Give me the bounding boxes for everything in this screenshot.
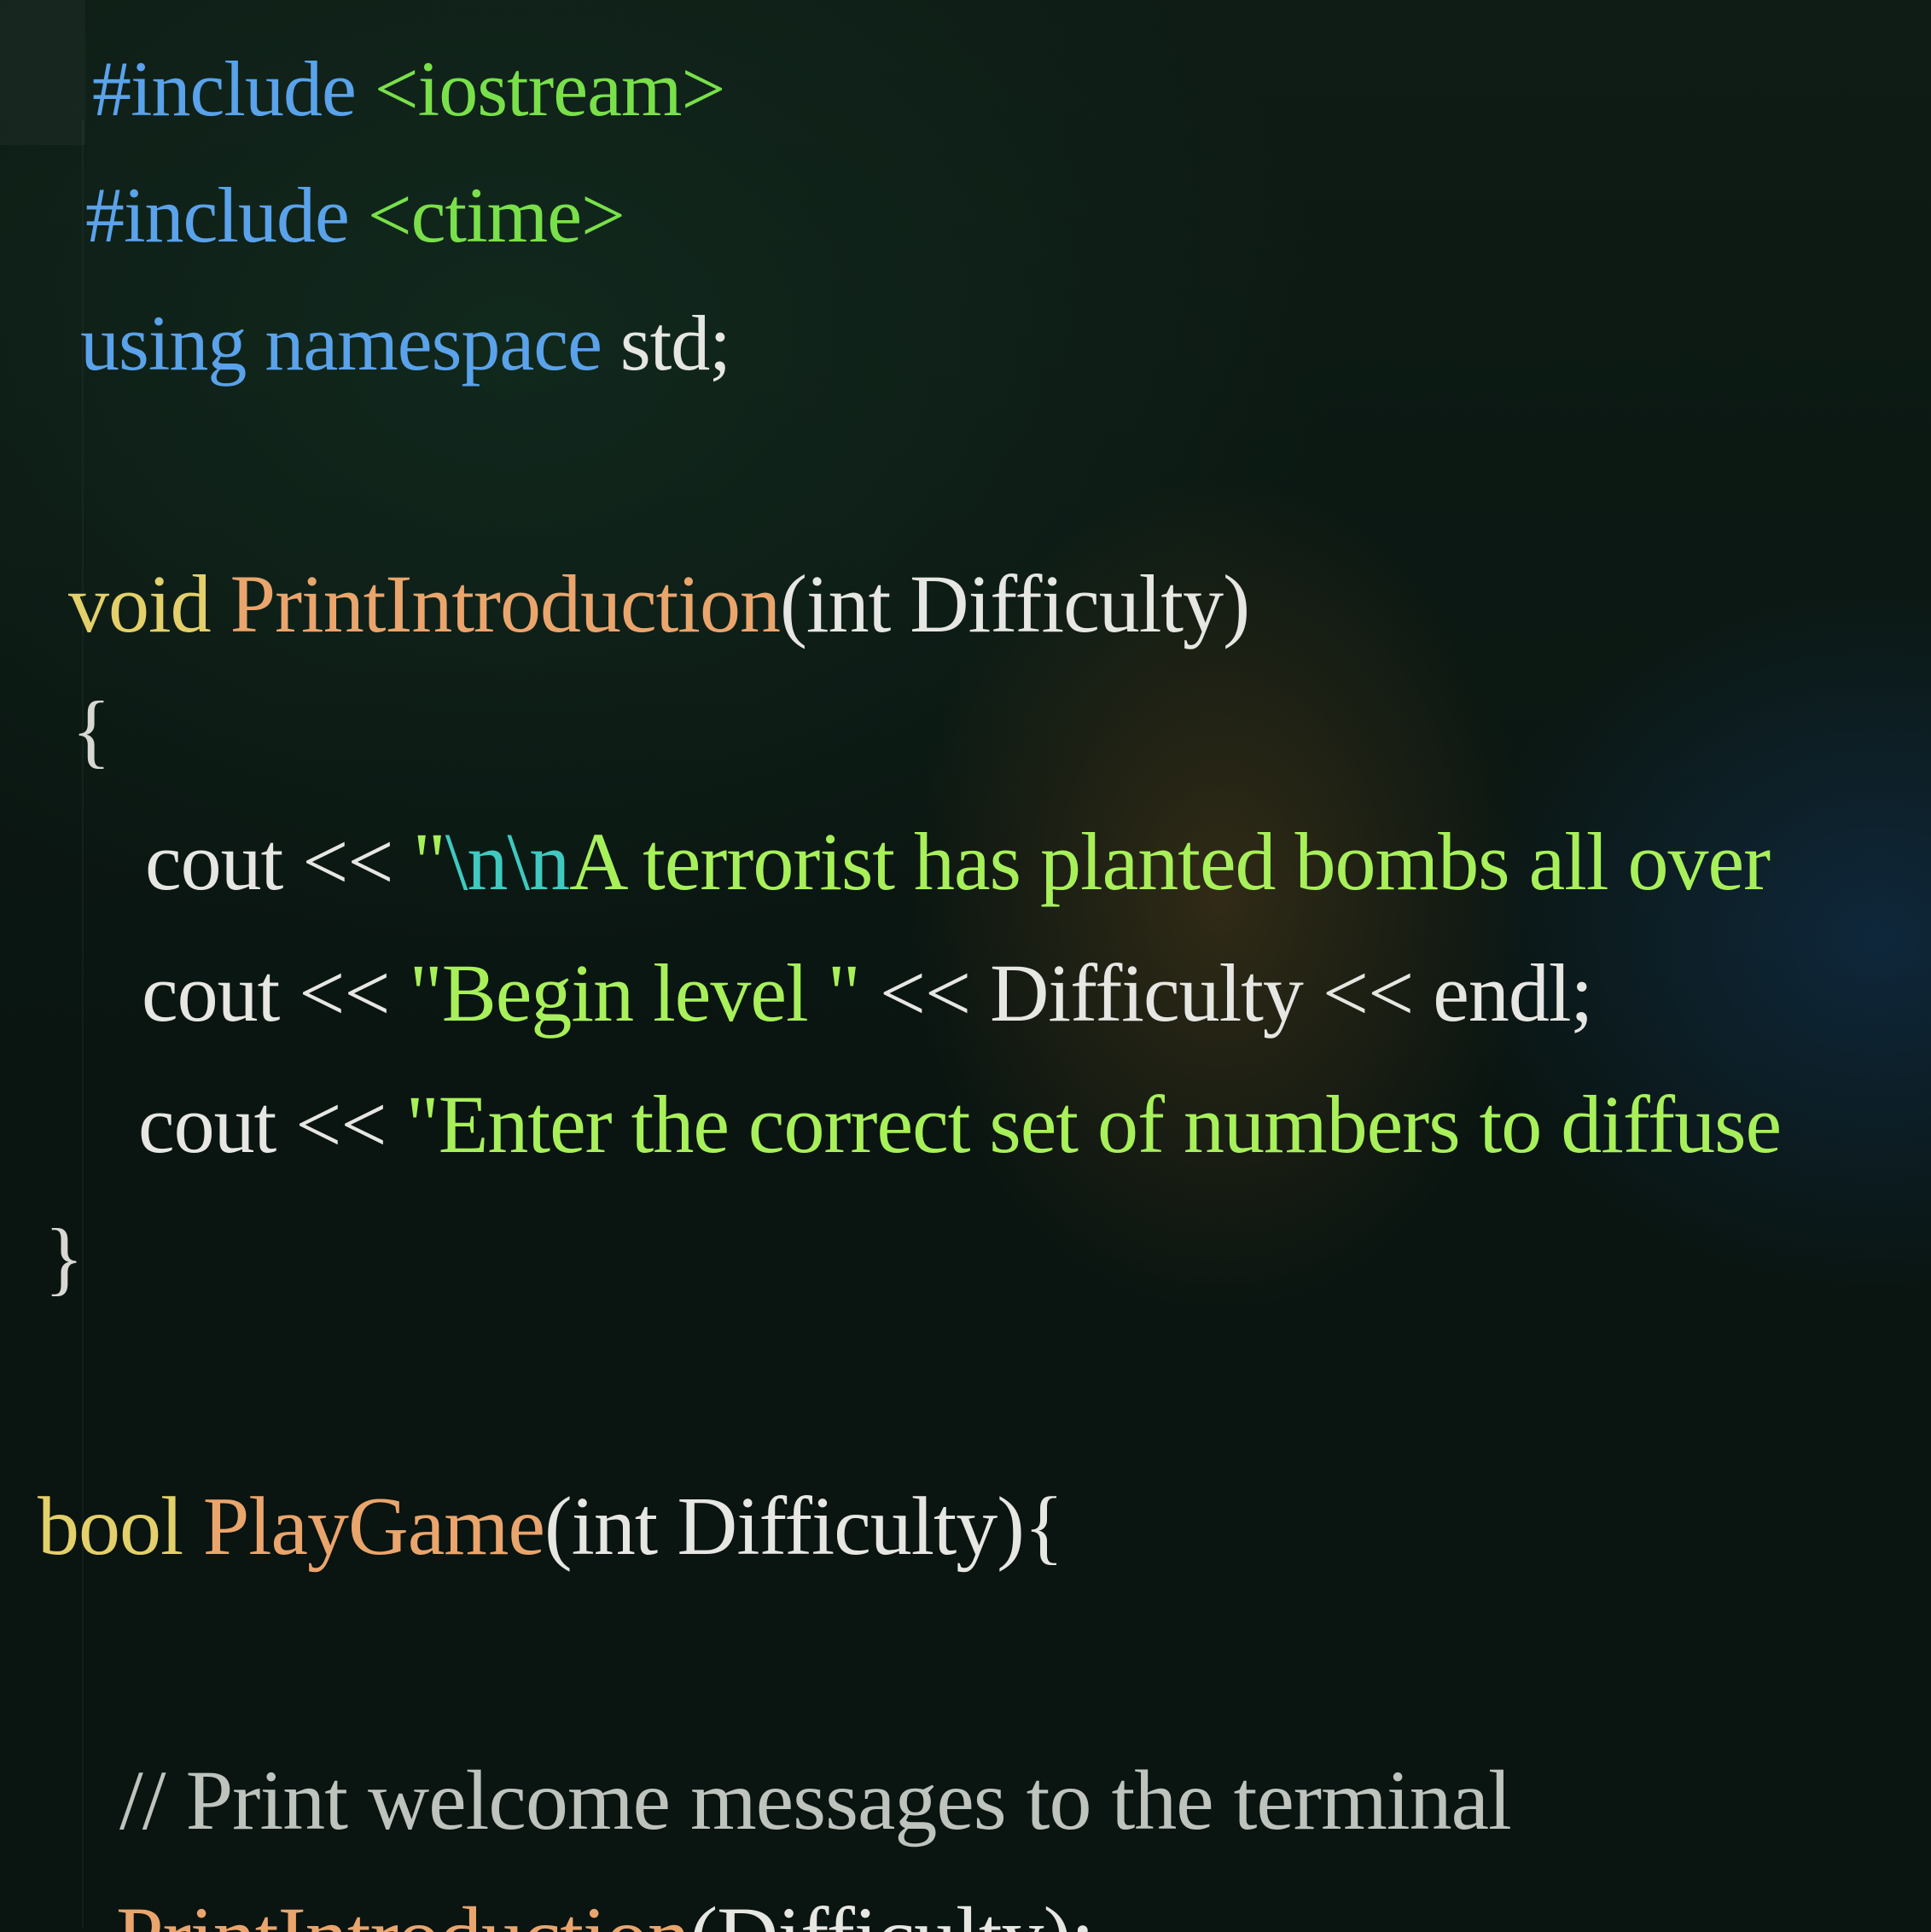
code-token-fn-orange: PlayGame xyxy=(202,1481,545,1573)
code-line-include-iostream[interactable]: #include <iostream> xyxy=(92,49,725,128)
code-token-comment: // Print welcome messages to the termina… xyxy=(119,1753,1512,1848)
code-token-str-green: "Begin level " xyxy=(409,947,861,1039)
code-token-str-green: A terrorist has planted bombs all over xyxy=(569,816,1771,907)
code-editor[interactable]: #include <iostream> #include <ctime> usi… xyxy=(0,0,1931,1932)
code-line-cout-intro[interactable]: cout << "\n\nA terrorist has planted bom… xyxy=(145,821,1771,903)
code-token-inc-green: <iostream> xyxy=(374,45,726,132)
code-token-plain: (int Difficulty) xyxy=(779,558,1250,649)
code-line-close-brace[interactable]: } xyxy=(44,1217,84,1299)
code-line-call-intro[interactable]: PrintIntroduction(Difficulty); xyxy=(116,1894,1095,1932)
code-token-fn-orange: PrintIntroduction xyxy=(116,1889,690,1932)
indent-guide xyxy=(82,119,84,1929)
code-line-cout-level[interactable]: cout << "Begin level " << Difficulty << … xyxy=(142,952,1593,1034)
code-token-plain: cout << xyxy=(138,1079,406,1170)
code-token-str-green: " xyxy=(412,816,446,907)
code-token-kw-yellow: void xyxy=(68,558,230,649)
code-token-plain: << Difficulty << endl; xyxy=(859,947,1593,1039)
code-token-fn-orange: PrintIntroduction xyxy=(230,558,781,649)
code-token-kw-blue: #include xyxy=(85,172,368,259)
code-token-plain: (int Difficulty){ xyxy=(544,1481,1064,1573)
code-token-kw-blue: using namespace xyxy=(80,300,620,387)
code-line-open-brace[interactable]: { xyxy=(72,690,111,771)
code-token-brace: } xyxy=(44,1212,84,1303)
code-token-plain: (Difficulty); xyxy=(689,1889,1095,1932)
code-line-function-signature[interactable]: void PrintIntroduction(int Difficulty) xyxy=(68,563,1250,645)
code-token-plain: std; xyxy=(619,300,731,387)
code-line-using-namespace[interactable]: using namespace std; xyxy=(80,304,731,382)
code-token-kw-blue: #include xyxy=(92,45,375,132)
code-token-kw-yellow: bool xyxy=(38,1481,203,1573)
code-token-plain: cout << xyxy=(142,947,410,1039)
code-token-plain: cout << xyxy=(145,816,413,907)
line-highlight xyxy=(0,0,85,145)
code-line-cout-enter[interactable]: cout << "Enter the correct set of number… xyxy=(138,1084,1782,1166)
code-line-comment[interactable]: // Print welcome messages to the termina… xyxy=(119,1758,1512,1843)
code-token-brace: { xyxy=(72,684,111,776)
code-token-inc-green: <ctime> xyxy=(367,172,625,259)
code-token-str-green: "Enter the correct set of numbers to dif… xyxy=(405,1079,1783,1170)
code-line-playgame-signature[interactable]: bool PlayGame(int Difficulty){ xyxy=(38,1485,1064,1568)
code-token-esc-teal: \n\n xyxy=(445,816,570,907)
code-line-include-ctime[interactable]: #include <ctime> xyxy=(85,176,625,254)
